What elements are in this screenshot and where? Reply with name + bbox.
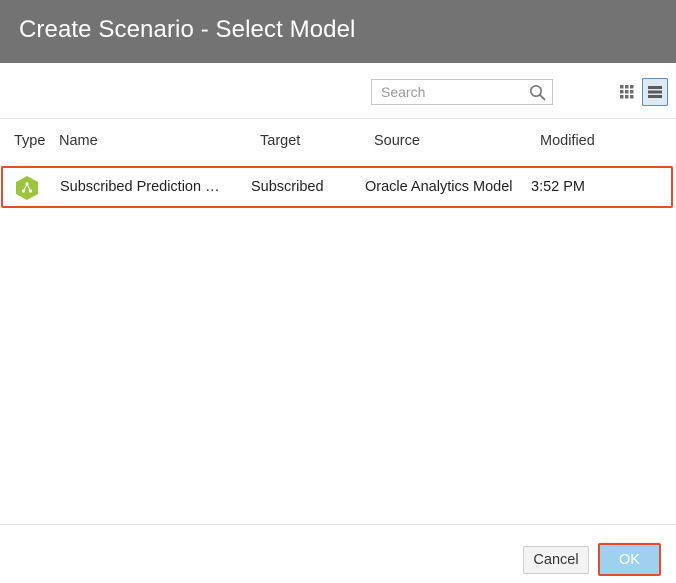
row-target: Subscribed	[251, 179, 324, 195]
row-name: Subscribed Prediction …	[60, 179, 220, 195]
search-icon[interactable]	[529, 84, 546, 101]
footer-divider	[0, 524, 676, 525]
list-view-button[interactable]	[642, 78, 668, 106]
column-header-type[interactable]: Type	[14, 133, 45, 149]
table-row[interactable]: Subscribed Prediction … Subscribed Oracl…	[1, 166, 673, 208]
column-header-name[interactable]: Name	[59, 133, 98, 149]
select-model-dialog: Create Scenario - Select Model Search Ty…	[0, 0, 676, 583]
grid-view-icon	[620, 85, 634, 99]
column-header-target[interactable]: Target	[260, 133, 300, 149]
column-header-source[interactable]: Source	[374, 133, 420, 149]
model-icon	[16, 176, 38, 200]
dialog-title: Create Scenario - Select Model	[19, 16, 356, 43]
table-header: Type Name Target Source Modified	[0, 119, 676, 164]
dialog-title-bar: Create Scenario - Select Model	[0, 0, 676, 63]
row-modified: 3:52 PM	[531, 179, 585, 195]
list-view-icon	[648, 86, 662, 98]
ok-button[interactable]: OK	[598, 543, 661, 576]
search-input[interactable]	[372, 80, 522, 104]
column-header-modified[interactable]: Modified	[540, 133, 595, 149]
search-box[interactable]	[371, 79, 553, 105]
toolbar	[0, 63, 676, 119]
cancel-button[interactable]: Cancel	[523, 546, 589, 574]
row-source: Oracle Analytics Model	[365, 179, 513, 195]
grid-view-button[interactable]	[614, 78, 640, 106]
